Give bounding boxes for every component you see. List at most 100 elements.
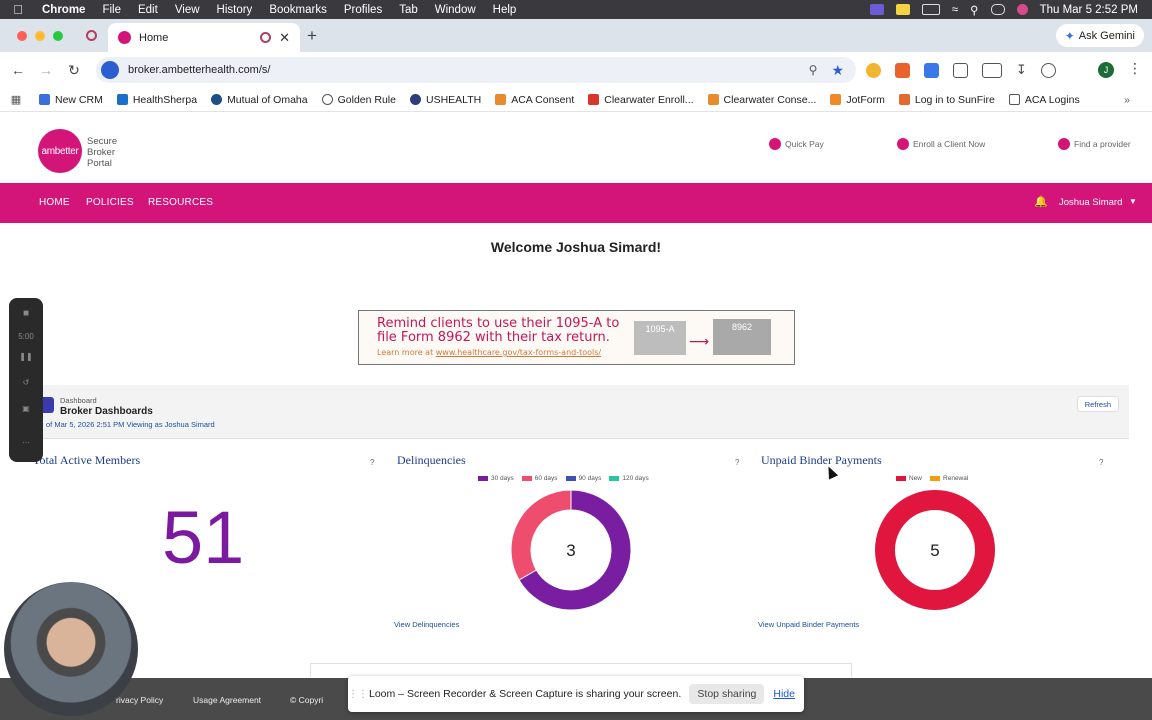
delinquencies-legend-item[interactable]: 120 days [609,475,649,482]
menu-view[interactable]: View [166,4,208,16]
binder-legend-item[interactable]: New [896,475,922,482]
forward-button[interactable]: → [32,62,60,78]
menu-tab[interactable]: Tab [391,4,427,16]
nav-resources[interactable]: RESOURCES [148,197,213,208]
chevron-down-icon[interactable]: ▼ [1129,197,1137,206]
bookmark-icon [409,94,421,105]
usage-agreement-link[interactable]: Usage Agreement [193,695,261,705]
tax-form-banner[interactable]: Remind clients to use their 1095-A to fi… [358,310,795,365]
enroll-client-link[interactable]: Enroll a Client Now [897,138,985,150]
control-center-icon[interactable] [990,4,1005,15]
extensions-puzzle-icon[interactable] [953,62,968,78]
delinquencies-segment-60-days[interactable] [510,489,572,581]
apps-grid-icon[interactable]: ▦ [0,93,32,106]
delinquencies-legend-item[interactable]: 60 days [521,475,558,482]
refresh-button[interactable]: Refresh [1076,396,1119,412]
screen-share-icon[interactable] [869,4,884,15]
menu-file[interactable]: File [94,4,130,16]
bookmark-star-icon[interactable]: ★ [831,62,844,79]
more-options-icon[interactable]: … [9,436,43,445]
notification-bell-icon[interactable]: 🔔 [1034,195,1048,208]
delinquencies-help-icon[interactable]: ? [735,458,739,467]
view-unpaid-binder-payments-link[interactable]: View Unpaid Binder Payments [758,620,859,629]
url-text[interactable]: broker.ambetterhealth.com/s/ [128,64,809,76]
menu-profiles[interactable]: Profiles [335,4,390,16]
find-provider-link[interactable]: Find a provider [1058,138,1131,150]
bookmark-ushealth[interactable]: USHEALTH [403,94,488,106]
drag-handle-icon[interactable]: ⋮⋮ [348,689,368,700]
notes-icon[interactable] [895,4,910,15]
stop-recording-icon[interactable]: ■ [9,308,43,319]
bookmark-healthsherpa[interactable]: HealthSherpa [110,94,204,106]
menu-app-name[interactable]: Chrome [36,4,94,16]
chrome-menu-icon[interactable]: ⋮ [1128,60,1142,77]
bookmark-clearwater-enroll[interactable]: Clearwater Enroll... [581,94,700,106]
tab-search-icon[interactable] [982,62,1002,78]
menu-help[interactable]: Help [484,4,525,16]
bookmark-aca-consent[interactable]: ACA Consent [488,94,581,106]
extension-icon-1[interactable] [866,62,881,78]
bookmark-jotform[interactable]: JotForm [823,94,892,106]
bookmark-mutual-of-omaha[interactable]: Mutual of Omaha [204,94,315,106]
more-bookmarks-icon[interactable]: » [1124,94,1152,106]
total-active-members-title[interactable]: Total Active Members [33,453,140,468]
tab-home[interactable]: Home ✕ [108,23,300,52]
reload-button[interactable]: ↻ [60,62,88,79]
delete-icon[interactable]: ▣ [9,404,43,413]
siri-icon[interactable] [1016,4,1028,15]
privacy-policy-link[interactable]: rivacy Policy [116,695,163,705]
restart-icon[interactable]: ↺ [9,378,43,387]
menu-history[interactable]: History [208,4,261,16]
bookmark-icon [116,94,128,105]
recording-tab-icon[interactable] [86,30,97,41]
download-icon[interactable]: ↧ [1016,62,1027,78]
quick-pay-link[interactable]: Quick Pay [769,138,824,150]
delinquencies-title[interactable]: Delinquencies [397,453,466,468]
zoom-icon[interactable]: ⚲ [809,63,818,77]
profile-avatar[interactable]: J [1098,62,1114,78]
battery-icon[interactable] [921,4,940,15]
site-info-icon[interactable] [101,61,119,79]
pause-icon[interactable]: ❚❚ [9,352,43,361]
bookmark-golden-rule[interactable]: Golden Rule [315,94,403,106]
ask-gemini-button[interactable]: ✦ Ask Gemini [1055,24,1144,47]
spotlight-icon[interactable]: ⚲ [970,3,978,17]
delinquencies-legend-item[interactable]: 30 days [478,475,514,482]
nav-policies[interactable]: POLICIES [86,197,134,208]
webcam-bubble[interactable] [4,582,138,716]
bookmark-clearwater-consent[interactable]: Clearwater Conse... [701,94,824,106]
extension-icon-2[interactable] [895,62,910,78]
clock[interactable]: Thu Mar 5 2:52 PM [1040,4,1138,16]
back-button[interactable]: ← [4,62,32,78]
menu-edit[interactable]: Edit [129,4,166,16]
sync-icon[interactable] [1040,62,1056,78]
wifi-icon[interactable]: ≈ [952,4,958,16]
bookmark-folder-aca-logins[interactable]: ACA Logins [1002,94,1087,106]
minimize-window-button[interactable] [35,31,45,41]
new-tab-button[interactable]: + [307,26,317,46]
close-window-button[interactable] [17,31,27,41]
binder-legend-item[interactable]: Renewal [930,475,968,482]
stop-sharing-button[interactable]: Stop sharing [689,684,765,704]
ambetter-logo[interactable]: ambetter [38,129,82,173]
maximize-window-button[interactable] [53,31,63,41]
nav-home[interactable]: HOME [39,197,70,208]
delinquencies-legend-item[interactable]: 90 days [565,475,601,482]
close-tab-icon[interactable]: ✕ [279,30,290,46]
address-bar[interactable]: broker.ambetterhealth.com/s/ ⚲ ★ [96,57,856,83]
view-delinquencies-link[interactable]: View Delinquencies [394,620,459,629]
members-help-icon[interactable]: ? [370,458,374,467]
user-menu[interactable]: Joshua Simard [1059,197,1122,208]
unpaid-binder-payments-title[interactable]: Unpaid Binder Payments [761,453,882,468]
bookmark-sunfire[interactable]: Log in to SunFire [892,94,1002,106]
extension-icon-3[interactable] [924,62,939,78]
healthcare-gov-link[interactable]: www.healthcare.gov/tax-forms-and-tools/ [436,348,601,357]
menu-bookmarks[interactable]: Bookmarks [261,4,336,16]
legend-label: 30 days [491,475,514,482]
binder-help-icon[interactable]: ? [1099,458,1103,467]
menu-window[interactable]: Window [426,4,484,16]
legend-swatch [896,476,906,481]
apple-icon[interactable]:  [0,2,36,17]
hide-button[interactable]: Hide [773,688,795,700]
bookmark-new-crm[interactable]: New CRM [32,94,110,106]
